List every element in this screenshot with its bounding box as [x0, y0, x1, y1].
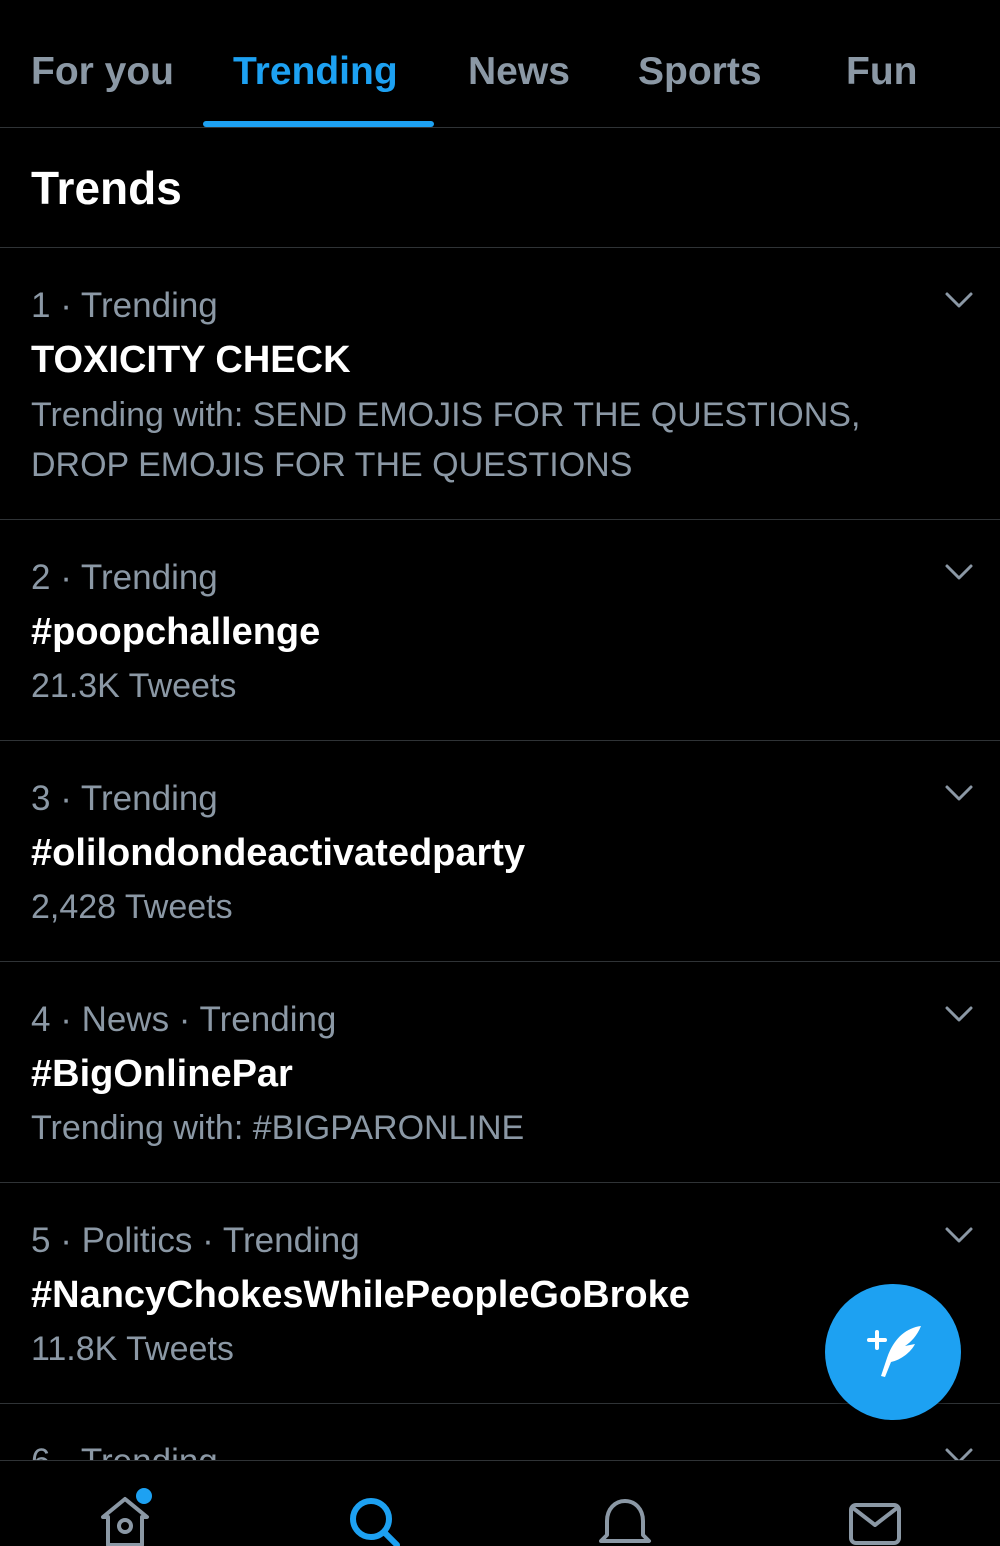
compose-tweet-icon	[867, 1326, 921, 1377]
new-content-dot	[136, 1488, 152, 1504]
trend-item-4[interactable]: 4 · News · Trending #BigOnlinePar Trendi…	[0, 962, 1000, 1183]
trend-meta: 3 · Trending	[31, 779, 218, 818]
trend-item-1[interactable]: 1 · Trending TOXICITY CHECK Trending wit…	[0, 248, 1000, 520]
trend-context: Trending with: SEND EMOJIS FOR THE QUEST…	[31, 396, 861, 484]
tab-fun[interactable]: Fun	[846, 44, 917, 100]
search-icon[interactable]	[345, 1491, 405, 1546]
explore-screen: For you Trending News Sports Fun Trends …	[0, 0, 1000, 1546]
trend-name: #poopchallenge	[31, 611, 321, 653]
chevron-down-icon[interactable]	[944, 290, 974, 310]
trend-meta: 2 · Trending	[31, 558, 218, 597]
mail-icon[interactable]	[845, 1491, 905, 1546]
bottom-navigation	[0, 1460, 1000, 1546]
trend-meta: 4 · News · Trending	[31, 1000, 337, 1039]
compose-tweet-button[interactable]	[825, 1284, 961, 1420]
bell-icon[interactable]	[595, 1491, 655, 1546]
tab-for-you[interactable]: For you	[31, 44, 174, 100]
tab-news[interactable]: News	[468, 44, 570, 100]
trend-context: Trending with: #BIGPARONLINE	[31, 1109, 525, 1147]
trend-item-2[interactable]: 2 · Trending #poopchallenge 21.3K Tweets	[0, 520, 1000, 741]
trend-meta: 1 · Trending	[31, 286, 218, 325]
chevron-down-icon[interactable]	[944, 1225, 974, 1245]
explore-tabs: For you Trending News Sports Fun	[0, 0, 1000, 128]
trend-tweet-count: 2,428 Tweets	[31, 888, 233, 926]
chevron-down-icon[interactable]	[944, 783, 974, 803]
active-tab-indicator	[203, 121, 434, 127]
section-title: Trends	[31, 162, 182, 214]
chevron-down-icon[interactable]	[944, 562, 974, 582]
trend-tweet-count: 11.8K Tweets	[31, 1330, 234, 1368]
trend-name: TOXICITY CHECK	[31, 339, 351, 381]
chevron-down-icon[interactable]	[944, 1004, 974, 1024]
trend-name: #NancyChokesWhilePeopleGoBroke	[31, 1274, 690, 1316]
trend-name: #BigOnlinePar	[31, 1053, 293, 1095]
trend-meta: 5 · Politics · Trending	[31, 1221, 360, 1260]
trend-item-3[interactable]: 3 · Trending #olilondondeactivatedparty …	[0, 741, 1000, 962]
tab-sports[interactable]: Sports	[638, 44, 762, 100]
trend-name: #olilondondeactivatedparty	[31, 832, 526, 874]
trend-tweet-count: 21.3K Tweets	[31, 667, 237, 705]
tab-trending[interactable]: Trending	[233, 44, 398, 100]
